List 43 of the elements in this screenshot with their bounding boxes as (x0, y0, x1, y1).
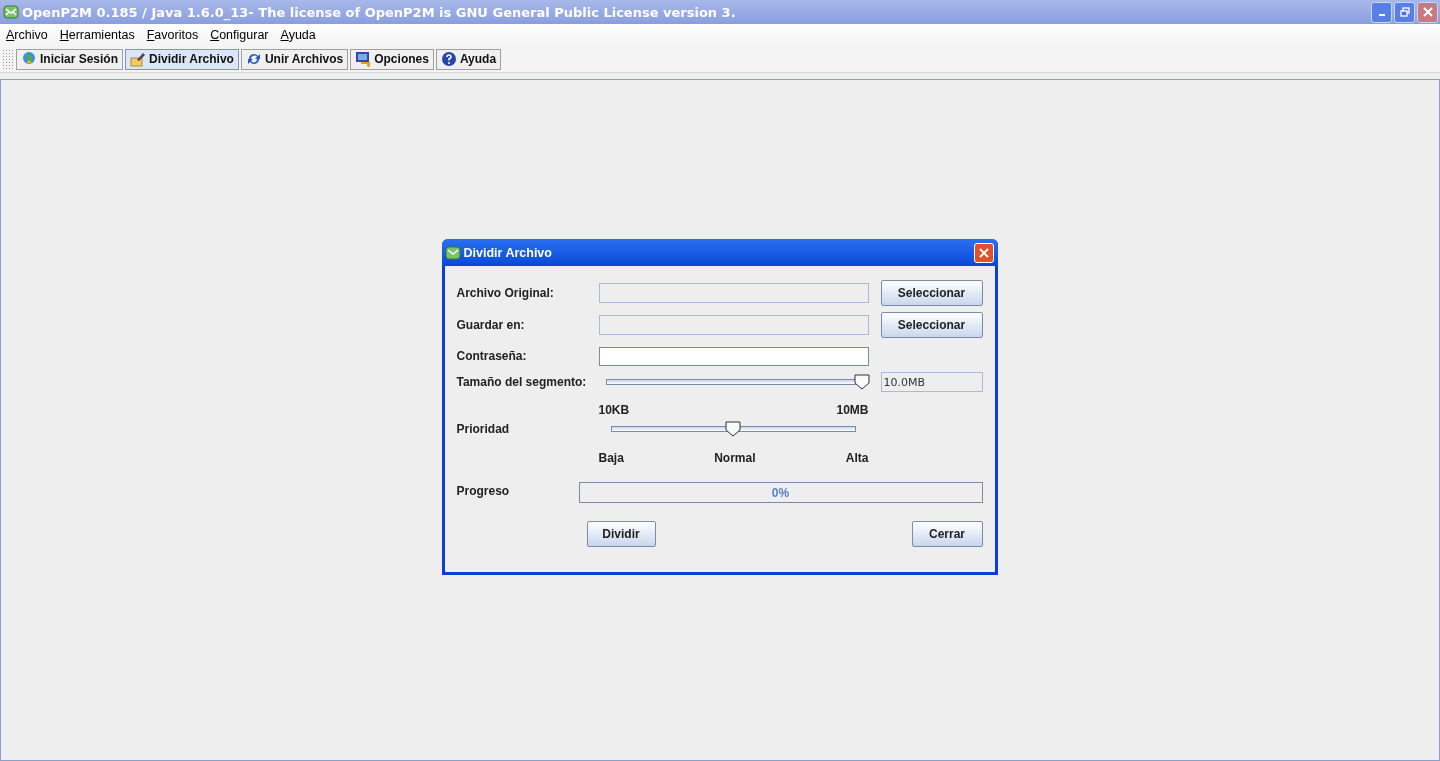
menu-item[interactable]: Archivo (2, 28, 52, 42)
slider-thumb[interactable] (725, 421, 741, 437)
menu-item[interactable]: Ayuda (276, 28, 320, 42)
close-dialog-button[interactable]: Cerrar (911, 521, 983, 547)
field-label: Tamaño del segmento: (456, 375, 588, 389)
app-icon (444, 244, 461, 261)
folder-icon (130, 51, 147, 67)
window-title: OpenP2M 0.185 / Java 1.6.0_13- The license of OpenP2M is GNU General Public License version 3. (22, 4, 737, 20)
tick-label: Alta (845, 451, 869, 465)
minimize-button[interactable] (1371, 1, 1392, 23)
restore-icon (1399, 7, 1410, 17)
minimize-icon (1378, 14, 1385, 16)
toolbar-button[interactable]: Unir Archivos (240, 48, 349, 70)
size-readout: 10.0MB (880, 372, 983, 392)
field-label: Guardar en: (456, 318, 526, 332)
restore-button[interactable] (1394, 1, 1415, 23)
menu-item[interactable]: Favoritos (142, 28, 203, 42)
dialog-title: Dividir Archivo (463, 245, 553, 260)
toolbar-button[interactable]: Ayuda (435, 48, 502, 70)
min-label: 10KB (598, 403, 630, 417)
field-label: Prioridad (456, 422, 511, 436)
menu-item[interactable]: Herramientas (55, 28, 139, 42)
app-icon (3, 4, 19, 20)
split-button[interactable]: Dividir (586, 521, 656, 547)
close-icon (978, 247, 989, 258)
sync-icon (245, 51, 262, 67)
slider-thumb[interactable] (853, 374, 870, 390)
toolbar-button[interactable]: Iniciar Sesión (16, 48, 124, 70)
globe-icon (21, 51, 37, 67)
tick-label: Baja (598, 451, 624, 465)
close-icon (1422, 7, 1433, 17)
progress-text: 0% (771, 485, 790, 500)
toolbar-button[interactable]: Opciones (350, 48, 434, 70)
menu-item[interactable]: Configurar (206, 28, 273, 42)
close-button[interactable] (1417, 1, 1438, 23)
tick-label: Normal (714, 451, 756, 465)
password-field[interactable] (598, 346, 869, 366)
help-icon (440, 51, 457, 67)
field-label: Archivo Original: (456, 286, 555, 300)
field-label: Contraseña: (456, 349, 528, 363)
field-label: Progreso (456, 483, 511, 498)
toolbar-button[interactable]: Dividir Archivo (125, 48, 239, 70)
max-label: 10MB (836, 403, 869, 417)
